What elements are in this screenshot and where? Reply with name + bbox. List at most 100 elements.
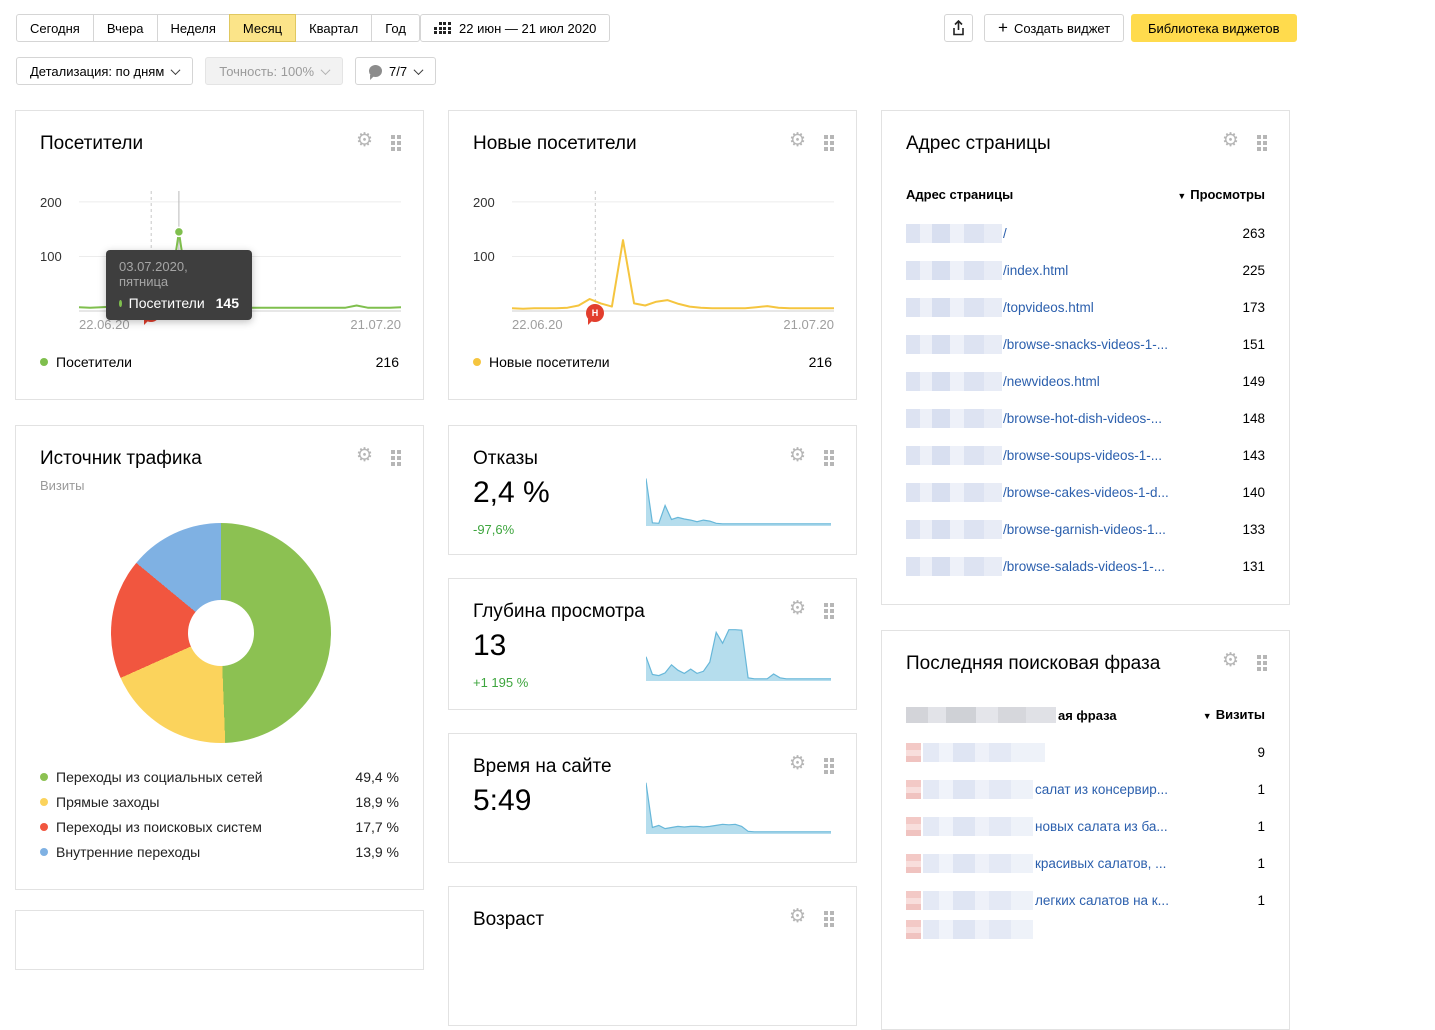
gear-icon[interactable]: ⚙ [789,754,806,773]
partial-widget [15,910,424,970]
blurred-favicon [906,780,921,799]
page-link[interactable]: /browse-garnish-videos-1... [1003,522,1166,537]
plus-icon: + [998,19,1008,36]
page-link[interactable]: /browse-snacks-videos-1-... [1003,337,1168,352]
chat-bubble-icon [369,65,382,77]
blurred-url [906,335,1002,354]
gear-icon[interactable]: ⚙ [356,446,373,465]
gear-icon[interactable]: ⚙ [789,446,806,465]
widget-page-address: Адрес страницы ⚙ Адрес страницы ▼Просмот… [881,110,1290,605]
page-link[interactable]: /index.html [1003,263,1068,278]
table-row [906,919,1265,939]
views-value: 263 [1242,226,1265,241]
x-axis-end: 21.07.20 [350,317,401,332]
legend-value: 18,9 % [355,794,399,810]
date-range-button[interactable]: 22 июн — 21 июл 2020 [420,14,610,42]
period-quarter[interactable]: Квартал [295,14,372,42]
blurred-url [906,261,1002,280]
legend-item[interactable]: Внутренние переходы 13,9 % [40,844,399,860]
legend-value: 13,9 % [355,844,399,860]
phrase-link[interactable]: красивых салатов, ... [1035,856,1166,871]
page-link[interactable]: /browse-soups-videos-1-... [1003,448,1162,463]
widget-age: Возраст ⚙ [448,886,857,1026]
widget-title: Адрес страницы [906,133,1051,155]
visits-value: 1 [1257,856,1265,871]
legend-item[interactable]: Посетители [40,354,132,370]
traffic-donut-chart[interactable] [111,523,331,743]
visits-value: 1 [1257,893,1265,908]
table-row: новых салата из ба... 1 [906,816,1265,836]
blurred-url [906,520,1002,539]
phrase-link[interactable]: легких салатов на к... [1035,893,1169,908]
table-row: /index.html225 [906,260,1265,280]
views-value: 143 [1242,448,1265,463]
time-sparkline[interactable] [646,776,831,838]
blurred-url [906,372,1002,391]
x-axis-start: 22.06.20 [512,317,563,332]
drag-handle-icon[interactable] [1257,655,1261,659]
drag-handle-icon[interactable] [824,758,828,762]
chevron-down-icon [171,65,181,75]
y-axis-tick: 100 [473,249,495,264]
holiday-marker[interactable]: н [586,304,604,322]
widget-visitors: Посетители ⚙ 200 100 н 03.07.2020, пятни… [15,110,424,400]
period-yesterday[interactable]: Вчера [93,14,158,42]
legend-item[interactable]: Переходы из поисковых систем 17,7 % [40,819,399,835]
legend-dot [40,773,48,781]
tooltip-date: 03.07.2020, пятница [119,259,239,289]
gear-icon[interactable]: ⚙ [789,907,806,926]
column-header-visits[interactable]: ▼Визиты [1203,707,1265,723]
legend-item[interactable]: Прямые заходы 18,9 % [40,794,399,810]
legend-item[interactable]: Переходы из социальных сетей 49,4 % [40,769,399,785]
drag-handle-icon[interactable] [824,603,828,607]
drag-handle-icon[interactable] [391,450,395,454]
period-year[interactable]: Год [371,14,420,42]
drag-handle-icon[interactable] [391,135,395,139]
gear-icon[interactable]: ⚙ [1222,651,1239,670]
column-header-address[interactable]: Адрес страницы [906,187,1013,202]
page-link[interactable]: /browse-hot-dish-videos-... [1003,411,1162,426]
phrase-link[interactable]: новых салата из ба... [1035,819,1168,834]
gear-icon[interactable]: ⚙ [1222,131,1239,150]
page-link[interactable]: /browse-salads-videos-1-... [1003,559,1165,574]
page-link[interactable]: /browse-cakes-videos-1-d... [1003,485,1169,500]
widget-title: Новые посетители [473,133,637,155]
drag-handle-icon[interactable] [1257,135,1261,139]
accuracy-dropdown[interactable]: Точность: 100% [205,57,343,85]
column-header-views[interactable]: ▼Просмотры [1177,187,1265,202]
page-link[interactable]: /newvideos.html [1003,374,1100,389]
depth-sparkline[interactable] [646,623,831,685]
gear-icon[interactable]: ⚙ [789,599,806,618]
views-value: 151 [1242,337,1265,352]
drag-handle-icon[interactable] [824,911,828,915]
detalization-dropdown[interactable]: Детализация: по дням [16,57,193,85]
drag-handle-icon[interactable] [824,450,828,454]
gear-icon[interactable]: ⚙ [789,131,806,150]
phrase-link[interactable]: салат из консервир... [1035,782,1168,797]
column-header-phrase[interactable]: ая фраза [906,707,1117,723]
legend-value: 49,4 % [355,769,399,785]
table-row: легких салатов на к... 1 [906,890,1265,910]
legend-item[interactable]: Новые посетители [473,354,610,370]
widget-library-button[interactable]: Библиотека виджетов [1131,14,1297,42]
comments-dropdown[interactable]: 7/7 [355,57,436,85]
drag-handle-icon[interactable] [824,135,828,139]
new-visitors-line-chart[interactable] [512,191,834,315]
legend-dot [40,358,48,366]
create-widget-button[interactable]: + Создать виджет [984,14,1124,42]
gear-icon[interactable]: ⚙ [356,131,373,150]
bounces-sparkline[interactable] [646,468,831,530]
page-link[interactable]: /topvideos.html [1003,300,1094,315]
widget-time-on-site: Время на сайте ⚙ 5:49 [448,733,857,863]
export-button[interactable] [944,14,973,42]
period-today[interactable]: Сегодня [16,14,94,42]
y-axis-tick: 200 [40,195,62,210]
metric-value: 5:49 [473,784,531,818]
page-link[interactable]: / [1003,226,1007,241]
period-month[interactable]: Месяц [229,14,296,42]
period-week[interactable]: Неделя [157,14,230,42]
blurred-favicon [906,743,921,762]
calendar-grid-icon [434,22,450,34]
views-value: 148 [1242,411,1265,426]
visits-value: 1 [1257,819,1265,834]
